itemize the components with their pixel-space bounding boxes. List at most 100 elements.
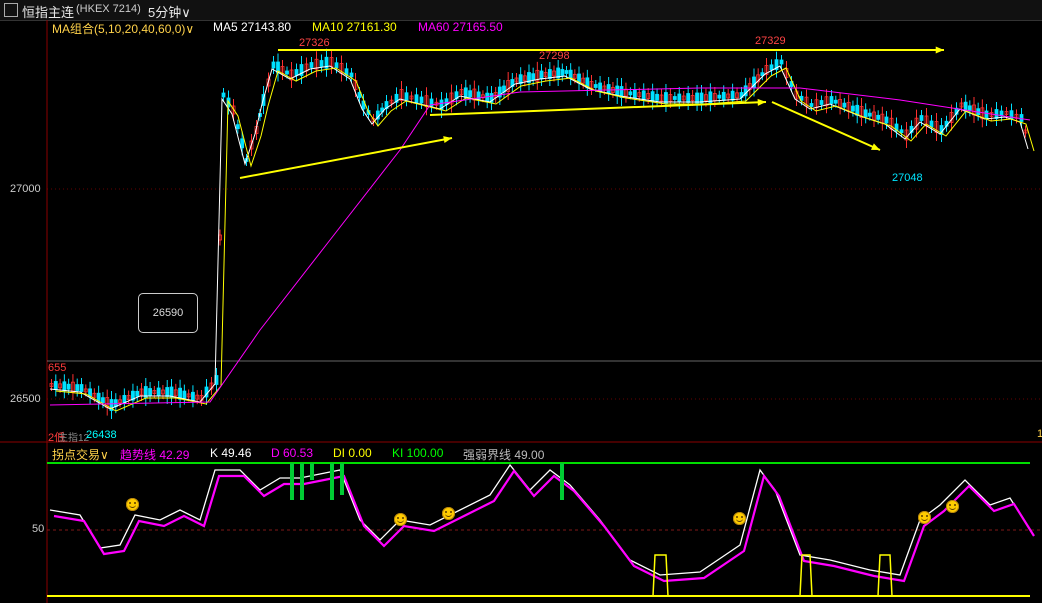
low-value: 26438 [86, 429, 117, 441]
candle-body [531, 73, 536, 81]
candle-body [833, 99, 838, 104]
ki-bar [340, 463, 344, 495]
ma5-line [49, 65, 1029, 410]
smiley-icon [733, 512, 746, 525]
candle-body [271, 61, 276, 69]
arrow-head-icon [935, 46, 944, 54]
candle-body [309, 62, 314, 68]
candle-body [221, 92, 226, 98]
indicator-selector-label: 拐点交易 [52, 448, 101, 462]
index-label: 主指12 [58, 433, 90, 444]
price-label-26500: 26500 [10, 393, 41, 405]
candle-body [641, 90, 646, 101]
candle-body [876, 114, 881, 120]
candle-body [182, 390, 187, 399]
trend-arrow [239, 137, 453, 179]
strength-value: 强弱界线 49.00 [463, 448, 545, 462]
candle-body [730, 90, 735, 101]
candle-body [191, 391, 195, 401]
chevron-down-icon: ∨ [100, 448, 109, 462]
smiley-icon [946, 500, 959, 513]
arrow-head-icon [757, 98, 766, 106]
trend-value: 趋势线 42.29 [120, 448, 190, 462]
high-label-3: 27329 [755, 35, 786, 47]
price-callout: 26590 [138, 293, 198, 333]
candle-body [468, 90, 472, 98]
candle-body [75, 384, 80, 391]
indicator-selector[interactable]: 拐点交易∨ [52, 446, 109, 463]
smiley-icon [126, 498, 139, 511]
candle-body [285, 70, 289, 75]
candle-body [677, 93, 682, 103]
price-tag-left: 655 [48, 362, 67, 374]
candle-body [101, 397, 105, 404]
d-value: D 60.53 [271, 446, 314, 460]
candle-body [984, 110, 989, 120]
candle-body [606, 84, 611, 94]
ma60-line [49, 87, 1031, 406]
candle-body [655, 93, 659, 101]
candle-body [62, 381, 67, 392]
candle-body [419, 96, 424, 104]
low-label-1: 27048 [892, 172, 923, 184]
candle-body [414, 94, 419, 104]
candle-body [169, 386, 174, 398]
indicator-axis-50: 50 [32, 523, 45, 535]
candle-body [148, 388, 152, 396]
candle-body [66, 383, 71, 390]
candle-body [135, 390, 140, 397]
candle-body [463, 87, 468, 99]
ki-bar [310, 463, 314, 480]
candle-body [842, 102, 847, 108]
candle-body [547, 69, 552, 79]
candle-body [919, 115, 924, 121]
smiley-icon [394, 513, 407, 526]
smiley-icon [918, 511, 931, 524]
price-label-27000: 27000 [10, 183, 41, 195]
candle-body [686, 93, 691, 103]
candle-body [899, 129, 904, 134]
candle-body [404, 92, 409, 101]
candle-body [779, 59, 784, 65]
smiley-icon [442, 507, 455, 520]
ki-bar [300, 463, 304, 500]
candle-body [632, 89, 637, 99]
di-value: DI 0.00 [333, 446, 372, 460]
candle-body [884, 116, 889, 124]
candle-body [628, 91, 633, 96]
right-edge-marker: 1 [1037, 428, 1042, 440]
candle-body [672, 96, 677, 100]
candle-body [53, 381, 58, 390]
k-line [49, 463, 1031, 576]
candle-body [819, 100, 824, 105]
candle-body [156, 387, 161, 397]
candle-body [79, 384, 84, 392]
candle-body [867, 112, 872, 117]
candle-body [165, 387, 170, 397]
candle-body [615, 85, 620, 97]
d-line [53, 469, 1035, 583]
candle-body [650, 91, 655, 103]
candle-body [593, 84, 598, 88]
candle-body [994, 109, 999, 119]
candle-body [851, 105, 855, 112]
high-label-1: 27326 [299, 37, 330, 49]
candle-body [539, 70, 544, 80]
arrow-head-icon [443, 136, 452, 143]
candle-body [560, 69, 565, 76]
candle-body [809, 103, 814, 107]
candle-body [1019, 114, 1024, 122]
candle-body [349, 72, 354, 78]
k-value: K 49.46 [210, 446, 252, 460]
candle-body [240, 138, 245, 149]
candle-body [334, 62, 339, 69]
candle-body [294, 69, 299, 76]
candle-body [721, 91, 726, 101]
candle-body [319, 60, 324, 67]
candle-body [564, 70, 569, 74]
ki-bar [330, 463, 334, 500]
ki-bar [290, 463, 294, 500]
candle-body [829, 96, 834, 104]
candle-body [863, 109, 868, 118]
candle-body [235, 124, 240, 130]
